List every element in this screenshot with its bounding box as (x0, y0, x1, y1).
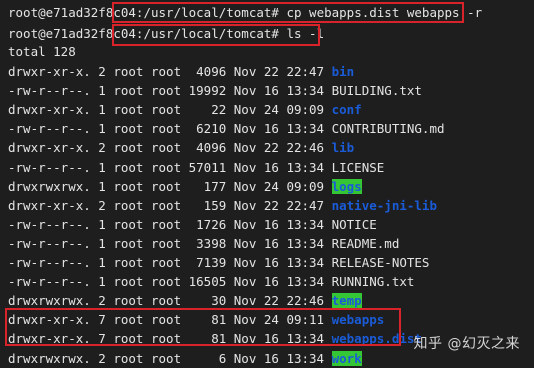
listing-row: drwxr-xr-x. 2 root root 159 Nov 22 22:47… (8, 196, 437, 215)
listing-row: drwxr-xr-x. 7 root root 81 Nov 24 09:11 … (8, 310, 384, 329)
listing-row: drwxrwxrwx. 2 root root 6 Nov 16 13:34 w… (8, 349, 362, 368)
file-name: BUILDING.txt (331, 83, 422, 99)
file-name: LICENSE (331, 159, 385, 175)
file-metadata: drwxrwxrwx. 2 root root 6 Nov 16 13:34 (8, 350, 332, 366)
listing-row: drwxr-xr-x. 2 root root 4096 Nov 22 22:4… (8, 138, 354, 157)
file-metadata: drwxr-xr-x. 7 root root 81 Nov 24 09:11 (8, 312, 332, 328)
file-name: work (331, 350, 362, 366)
listing-row: -rw-r--r--. 1 root root 16505 Nov 16 13:… (8, 272, 414, 291)
file-name: temp (331, 293, 362, 309)
file-metadata: drwxr-xr-x. 2 root root 159 Nov 22 22:47 (8, 197, 332, 213)
listing-row: drwxr-xr-x. 1 root root 22 Nov 24 09:09 … (8, 100, 362, 119)
file-name: RUNNING.txt (331, 274, 415, 290)
listing-row: drwxr-xr-x. 7 root root 81 Nov 16 13:34 … (8, 329, 422, 348)
total-line: total 128 (8, 44, 76, 59)
file-name: conf (331, 102, 362, 118)
shell-prompt: root@e71ad32f8c04:/usr/local/tomcat# (8, 5, 279, 20)
file-name: RELEASE-NOTES (331, 255, 430, 270)
file-name: bin (331, 64, 355, 79)
listing-row: drwxr-xr-x. 2 root root 4096 Nov 22 22:4… (8, 62, 354, 81)
file-metadata: -rw-r--r--. 1 root root 57011 Nov 16 13:… (8, 159, 332, 175)
prompt-line-2: root@e71ad32f8c04:/usr/local/tomcat# ls … (8, 24, 324, 43)
listing-row: drwxrwxrwx. 2 root root 30 Nov 22 22:46 … (8, 291, 362, 310)
file-metadata: drwxr-xr-x. 2 root root 4096 Nov 22 22:4… (8, 64, 332, 79)
file-name: CONTRIBUTING.md (331, 121, 445, 137)
listing-row: -rw-r--r--. 1 root root 57011 Nov 16 13:… (8, 158, 384, 177)
file-metadata: -rw-r--r--. 1 root root 3398 Nov 16 13:3… (8, 235, 332, 251)
listing-row: drwxrwxrwx. 1 root root 177 Nov 24 09:09… (8, 177, 362, 196)
prompt-line-1: root@e71ad32f8c04:/usr/local/tomcat# cp … (8, 3, 482, 22)
listing-row: -rw-r--r--. 1 root root 3398 Nov 16 13:3… (8, 234, 399, 253)
listing-row: -rw-r--r--. 1 root root 1726 Nov 16 13:3… (8, 215, 377, 234)
file-metadata: -rw-r--r--. 1 root root 19992 Nov 16 13:… (8, 83, 332, 99)
file-name: webapps.dist (331, 331, 422, 347)
file-metadata: -rw-r--r--. 1 root root 1726 Nov 16 13:3… (8, 216, 332, 232)
command-text: ls -l (286, 26, 325, 41)
file-metadata: drwxr-xr-x. 1 root root 22 Nov 24 09:09 (8, 102, 332, 118)
watermark-text: 知乎 @幻灭之来 (413, 336, 520, 352)
listing-row: -rw-r--r--. 1 root root 6210 Nov 16 13:3… (8, 119, 445, 138)
file-name: logs (331, 178, 362, 194)
listing-row: -rw-r--r--. 1 root root 7139 Nov 16 13:3… (8, 253, 429, 272)
file-name: webapps (331, 312, 385, 328)
file-metadata: drwxrwxrwx. 2 root root 30 Nov 22 22:46 (8, 293, 332, 309)
file-metadata: -rw-r--r--. 1 root root 6210 Nov 16 13:3… (8, 121, 332, 137)
file-metadata: drwxrwxrwx. 1 root root 177 Nov 24 09:09 (8, 178, 332, 194)
file-name: README.md (331, 235, 400, 251)
terminal-window[interactable]: root@e71ad32f8c04:/usr/local/tomcat# cp … (0, 0, 534, 367)
file-metadata: drwxr-xr-x. 7 root root 81 Nov 16 13:34 (8, 331, 332, 347)
file-metadata: -rw-r--r--. 1 root root 16505 Nov 16 13:… (8, 274, 332, 290)
file-name: native-jni-lib (331, 197, 437, 213)
file-name: lib (331, 140, 355, 156)
shell-prompt: root@e71ad32f8c04:/usr/local/tomcat# (8, 26, 279, 41)
command-text: cp webapps.dist webapps -r (286, 5, 483, 20)
file-metadata: drwxr-xr-x. 2 root root 4096 Nov 22 22:4… (8, 140, 332, 156)
listing-row: -rw-r--r--. 1 root root 19992 Nov 16 13:… (8, 81, 422, 100)
file-name: NOTICE (331, 216, 377, 232)
file-metadata: -rw-r--r--. 1 root root 7139 Nov 16 13:3… (8, 255, 332, 270)
